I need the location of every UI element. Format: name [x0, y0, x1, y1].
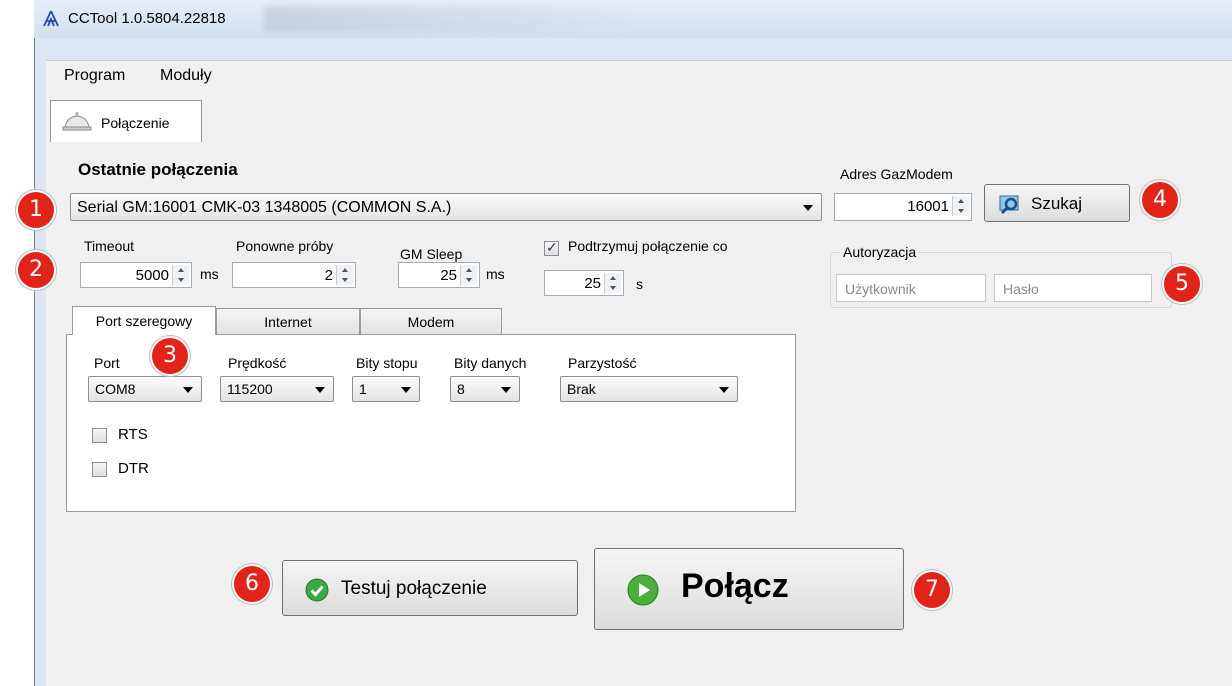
parity-label: Parzystość [568, 355, 637, 371]
gm-sleep-stepper[interactable]: 25 [398, 262, 480, 288]
window-title: CCTool 1.0.5804.22818 [68, 10, 226, 27]
timeout-label: Timeout [84, 238, 135, 254]
chevron-down-icon [719, 387, 729, 393]
keepalive-stepper[interactable]: 25 [544, 270, 624, 296]
stepper-buttons[interactable] [952, 196, 969, 216]
test-connection-label: Testuj połączenie [341, 578, 487, 599]
recent-connections-value: Serial GM:16001 CMK-03 1348005 (COMMON S… [77, 199, 452, 216]
tab-serial-port-label: Port szeregowy [95, 313, 193, 329]
rts-checkbox[interactable] [92, 428, 107, 443]
active-tab-join [73, 332, 215, 336]
stepper-buttons[interactable] [336, 265, 353, 285]
connect-button[interactable]: Połącz [594, 548, 904, 630]
annotation-badge: 7 [912, 570, 952, 610]
timeout-value: 5000 [135, 267, 169, 284]
stepper-buttons[interactable] [172, 265, 189, 285]
password-placeholder: Hasło [1003, 281, 1039, 297]
chevron-down-icon [501, 387, 511, 393]
recent-connections-heading: Ostatnie połączenia [78, 160, 238, 179]
parity-value: Brak [567, 381, 596, 397]
search-button-label: Szukaj [1031, 194, 1083, 213]
speed-value: 115200 [227, 381, 273, 397]
gm-sleep-unit: ms [486, 266, 505, 282]
tab-modem[interactable]: Modem [360, 308, 502, 334]
timeout-stepper[interactable]: 5000 [80, 262, 192, 288]
annotation-badge: 5 [1162, 264, 1202, 304]
dtr-checkbox[interactable] [92, 462, 107, 477]
gm-sleep-value: 25 [440, 267, 457, 284]
stop-bits-label: Bity stopu [356, 355, 418, 371]
keepalive-value: 25 [584, 275, 601, 292]
retries-stepper[interactable]: 2 [232, 262, 356, 288]
connect-label: Połącz [681, 567, 789, 605]
tab-internet[interactable]: Internet [216, 308, 360, 334]
keepalive-label: Podtrzymuj połączenie co [568, 238, 728, 254]
tab-connection[interactable]: Połączenie [50, 100, 202, 143]
tab-connection-label: Połączenie [101, 115, 170, 131]
menu-bar: Program Moduły [46, 60, 1232, 91]
annotation-badge: 2 [16, 250, 56, 290]
recent-connections-select[interactable]: Serial GM:16001 CMK-03 1348005 (COMMON S… [70, 193, 822, 221]
keepalive-checkbox[interactable] [544, 239, 559, 256]
tab-internet-label: Internet [264, 314, 312, 330]
annotation-badge: 6 [232, 564, 272, 604]
chevron-down-icon [401, 387, 411, 393]
timeout-unit: ms [200, 266, 219, 282]
gazmodem-address-value: 16001 [907, 198, 949, 215]
stepper-buttons[interactable] [460, 265, 477, 285]
username-placeholder: Użytkownik [845, 281, 916, 297]
gazmodem-label: Adres GazModem [840, 166, 953, 182]
test-connection-button[interactable]: Testuj połączenie [282, 560, 578, 616]
retries-label: Ponowne próby [236, 238, 334, 254]
check-circle-icon [305, 578, 329, 607]
tab-modem-label: Modem [407, 314, 455, 330]
port-value: COM8 [95, 381, 136, 397]
data-bits-label: Bity danych [454, 355, 527, 371]
gazmodem-address-stepper[interactable]: 16001 [834, 193, 972, 221]
search-button[interactable]: Szukaj [984, 184, 1130, 222]
password-field[interactable]: Hasło [994, 274, 1152, 302]
speed-label: Prędkość [228, 355, 287, 371]
rts-label: RTS [118, 426, 148, 443]
port-select[interactable]: COM8 [88, 376, 202, 402]
menu-modules[interactable]: Moduły [160, 67, 212, 85]
chevron-down-icon [183, 387, 193, 393]
menu-program[interactable]: Program [64, 67, 125, 85]
retries-value: 2 [324, 267, 333, 284]
bell-icon [61, 109, 93, 136]
chevron-down-icon [803, 205, 813, 211]
stepper-buttons[interactable] [604, 273, 621, 293]
dtr-label: DTR [118, 460, 149, 477]
blurred-background-text [264, 6, 644, 32]
keepalive-unit: s [636, 276, 643, 292]
data-bits-value: 8 [457, 381, 465, 397]
gm-sleep-label: GM Sleep [400, 246, 463, 262]
speed-select[interactable]: 115200 [220, 376, 334, 402]
stop-bits-value: 1 [359, 381, 367, 397]
document-tab-strip: Połączenie [46, 90, 1232, 143]
app-logo-icon [42, 10, 60, 33]
annotation-badge: 4 [1140, 180, 1180, 220]
annotation-badge: 3 [150, 336, 190, 376]
port-label: Port [94, 355, 120, 371]
chevron-down-icon [315, 387, 325, 393]
stop-bits-select[interactable]: 1 [352, 376, 420, 402]
play-icon [627, 574, 659, 611]
username-field[interactable]: Użytkownik [836, 274, 986, 302]
parity-select[interactable]: Brak [560, 376, 738, 402]
data-bits-select[interactable]: 8 [450, 376, 520, 402]
authorization-legend: Autoryzacja [840, 244, 920, 260]
annotation-badge: 1 [16, 190, 56, 230]
search-icon [999, 193, 1021, 220]
title-bar: CCTool 1.0.5804.22818 [34, 0, 1232, 38]
